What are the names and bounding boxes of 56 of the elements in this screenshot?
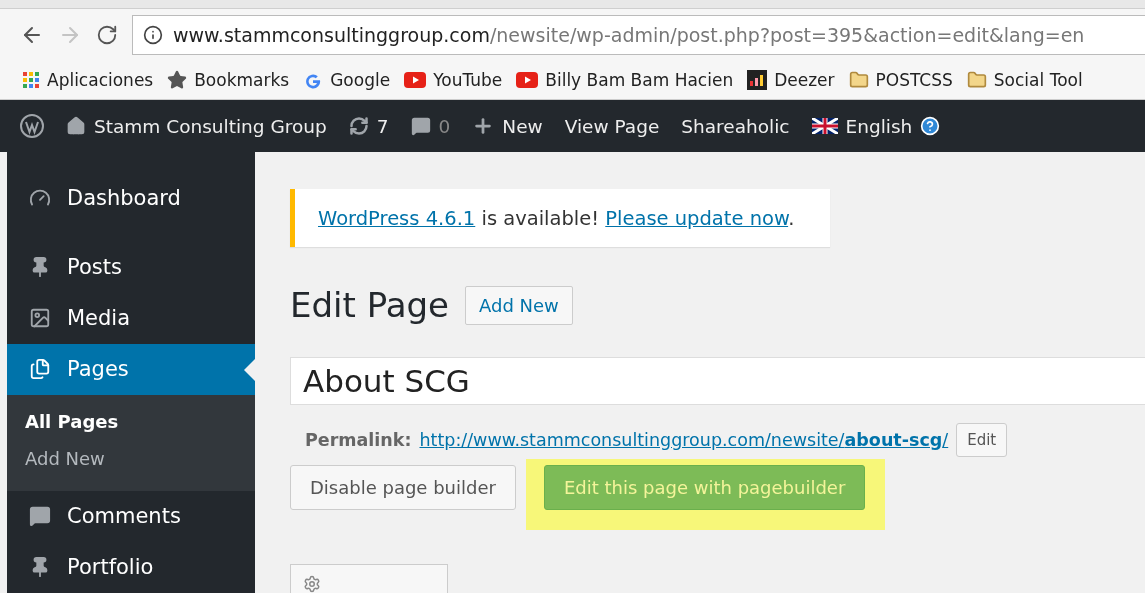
url-host: www.stammconsultinggroup.com [173, 24, 490, 46]
folder-icon [966, 70, 987, 90]
version-link[interactable]: WordPress 4.6.1 [318, 207, 476, 230]
add-new-button[interactable]: Add New [464, 285, 573, 325]
sidebar-item[interactable]: Portfolio [7, 541, 255, 593]
wordpress-logo-icon [20, 114, 44, 138]
admin-bar-link[interactable]: View Page [564, 115, 660, 137]
apps-grid-icon [22, 71, 40, 89]
address-bar[interactable]: www.stammconsultinggroup.com/newsite/wp-admin/post.php?post=395&action=edit&lang=en [132, 15, 1145, 55]
reload-button[interactable] [96, 24, 118, 46]
video-play-icon [404, 72, 427, 88]
refresh-icon [348, 116, 369, 136]
home-icon [66, 116, 86, 136]
media-icon [29, 306, 51, 329]
update-notice: WordPress 4.6.1 is available! Please update now. [290, 189, 830, 247]
sidebar-item[interactable]: Comments [7, 490, 255, 542]
permalink-label: Permalink: [305, 430, 412, 450]
updates-link[interactable]: 7 [348, 115, 389, 137]
bookmark-link[interactable]: YouTube [404, 70, 503, 90]
uk-flag-icon [811, 118, 838, 134]
sidebar-item[interactable]: Pages [7, 343, 255, 395]
title-field[interactable]: About SCG [290, 357, 1145, 405]
speech-bubble-icon [29, 505, 51, 528]
update-link[interactable]: Please update now [605, 207, 789, 230]
bookmark-link[interactable]: Billy Bam Bam Hacien [516, 70, 734, 90]
video-play-icon [516, 72, 539, 88]
submenu-item[interactable]: All Pages [7, 402, 255, 440]
bookmark-link[interactable]: POSTCSS [848, 70, 953, 90]
edit-permalink-button[interactable]: Edit [956, 423, 1008, 457]
url-path: /newsite/wp-admin/post.php?post=395&action=edit&lang=en [489, 24, 1085, 46]
sidebar-item[interactable]: Media [7, 292, 255, 344]
bookmark-link[interactable]: Deezer [747, 70, 835, 90]
help-icon [920, 116, 941, 136]
speech-bubble-icon [410, 116, 431, 136]
submenu-item[interactable]: Add New [7, 439, 255, 477]
admin-bar-link[interactable]: Shareaholic [681, 115, 790, 137]
pages-icon [29, 358, 51, 381]
bookmark-link[interactable]: Google [303, 70, 391, 90]
page-heading: Edit Page [290, 285, 449, 325]
new-link[interactable]: New [472, 115, 543, 137]
star-icon [167, 70, 188, 90]
bookmark-link[interactable]: Bookmarks [167, 70, 290, 90]
permalink-link[interactable]: http://www.stammconsultinggroup.com/newsite/about-scg/ [419, 430, 949, 450]
disable-button[interactable]: Disable page builder [290, 465, 516, 510]
sidebar-item[interactable]: Posts [7, 241, 255, 293]
comments-link[interactable]: 0 [410, 115, 451, 137]
bookmark-link[interactable]: Aplicaciones [22, 70, 154, 90]
menu-pointer-icon [244, 358, 255, 381]
language-link[interactable]: English [811, 115, 941, 137]
gear-icon [303, 575, 321, 593]
site-name-link[interactable]: Stamm Consulting Group [66, 115, 327, 137]
info-icon [143, 25, 163, 45]
sidebar-item[interactable]: Dashboard [7, 172, 255, 224]
equalizer-icon [747, 70, 768, 90]
folder-icon [848, 70, 869, 90]
bookmark-link[interactable]: Social Tool [966, 70, 1083, 90]
